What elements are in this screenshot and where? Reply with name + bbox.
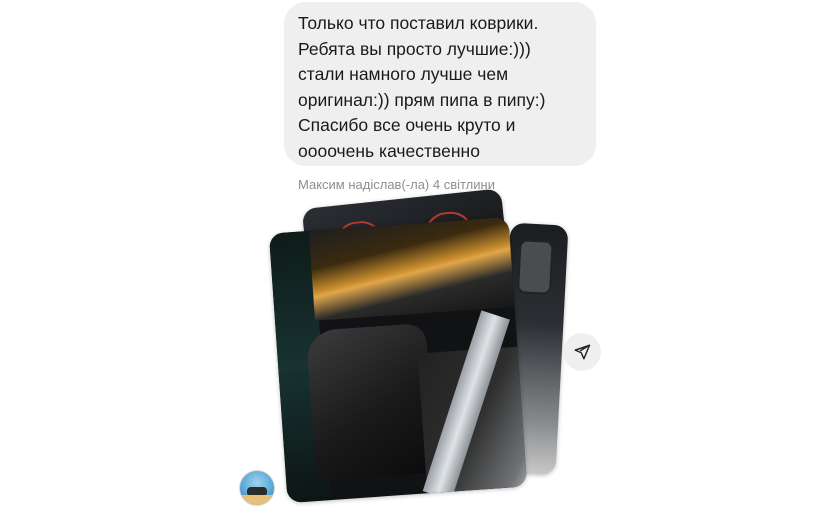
avatar-ground [240,495,274,505]
photo-sent-caption: Максим надіслав(-ла) 4 світлини [298,177,495,192]
message-line: оооочень качественно [298,140,480,161]
message-bubble[interactable]: Только что поставил коврики. Ребята вы п… [284,2,596,166]
chat-screen: Только что поставил коврики. Ребята вы п… [0,0,828,510]
photo-dashboard [308,216,528,321]
message-line: Ребята вы просто лучшие:))) [298,38,531,59]
photo-seat [305,322,436,481]
side-mirror-shape [516,239,554,295]
photo-stack-card-front[interactable] [268,216,528,504]
share-button[interactable] [563,333,601,371]
avatar-car-shape [247,487,267,495]
sender-avatar[interactable] [239,470,275,506]
message-line: оригинал:)) прям пипа в пипу:) [298,89,546,110]
paper-plane-icon [574,344,591,360]
message-line: стали намного лучше чем [298,64,509,84]
message-line: Только что поставил коврики. [298,13,539,33]
message-line: Спасибо все очень круто и [298,115,516,135]
